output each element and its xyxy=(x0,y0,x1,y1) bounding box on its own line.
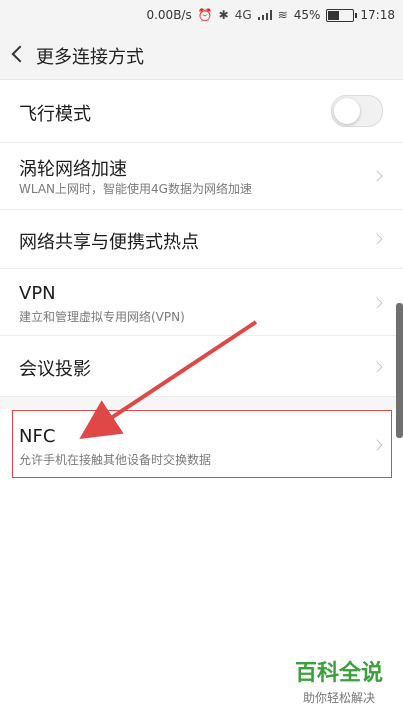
watermark: 百科全说 助你轻松解决 xyxy=(295,655,383,706)
annotation-arrow xyxy=(79,320,258,440)
watermark-title: 百科全说 xyxy=(294,661,383,686)
scrollbar[interactable] xyxy=(396,303,403,438)
watermark-subtitle: 助你轻松解决 xyxy=(302,691,375,705)
